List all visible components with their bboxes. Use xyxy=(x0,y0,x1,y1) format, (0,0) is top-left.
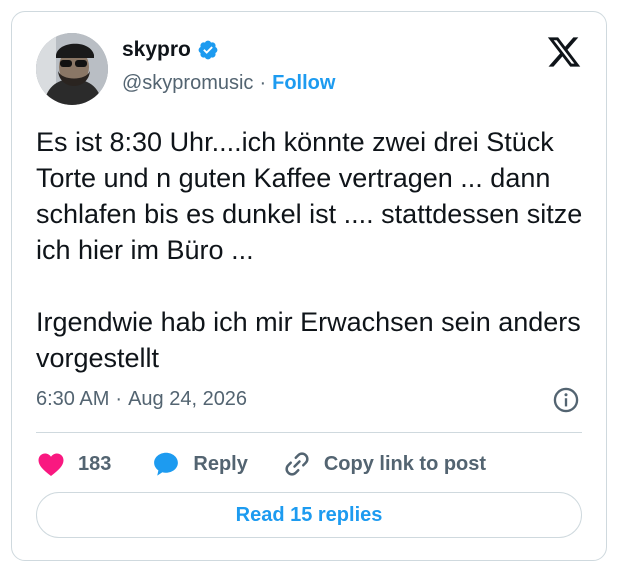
heart-icon xyxy=(38,453,64,476)
avatar-image xyxy=(36,33,108,105)
link-icon xyxy=(285,452,309,476)
info-icon[interactable] xyxy=(552,386,580,414)
tweet-time[interactable]: 6:30 AM xyxy=(36,386,109,412)
action-bar: 183 Reply Copy link to post xyxy=(36,444,486,484)
avatar[interactable] xyxy=(36,33,108,105)
x-logo-icon[interactable] xyxy=(546,34,582,70)
handle[interactable]: @skypromusic xyxy=(122,70,253,96)
follow-button[interactable]: Follow xyxy=(272,70,335,96)
copy-link-button[interactable]: Copy link to post xyxy=(282,449,486,479)
reply-label: Reply xyxy=(193,452,248,475)
timestamp-separator: · xyxy=(115,388,123,410)
tweet-card: skypro @skypromusic · Follow Es ist 8:30… xyxy=(11,11,607,561)
read-replies-label: Read 15 replies xyxy=(235,503,383,526)
reply-bubble-icon xyxy=(154,452,179,476)
copy-link-label: Copy link to post xyxy=(323,452,487,475)
reply-button[interactable]: Reply xyxy=(151,449,248,479)
display-name-row[interactable]: skypro xyxy=(122,37,219,63)
divider xyxy=(36,432,582,433)
timestamp[interactable]: 6:30 AM · Aug 24, 2026 xyxy=(36,386,247,412)
read-replies-button[interactable]: Read 15 replies xyxy=(36,492,582,538)
like-button[interactable]: 183 xyxy=(36,449,111,479)
display-name[interactable]: skypro xyxy=(122,37,191,63)
separator: · xyxy=(259,72,267,94)
tweet-date[interactable]: Aug 24, 2026 xyxy=(128,386,247,412)
tweet-text: Es ist 8:30 Uhr....ich könnte zwei drei … xyxy=(36,127,583,373)
handle-row: @skypromusic · Follow xyxy=(122,70,335,96)
like-count: 183 xyxy=(78,452,112,475)
verified-badge-icon xyxy=(198,40,218,60)
